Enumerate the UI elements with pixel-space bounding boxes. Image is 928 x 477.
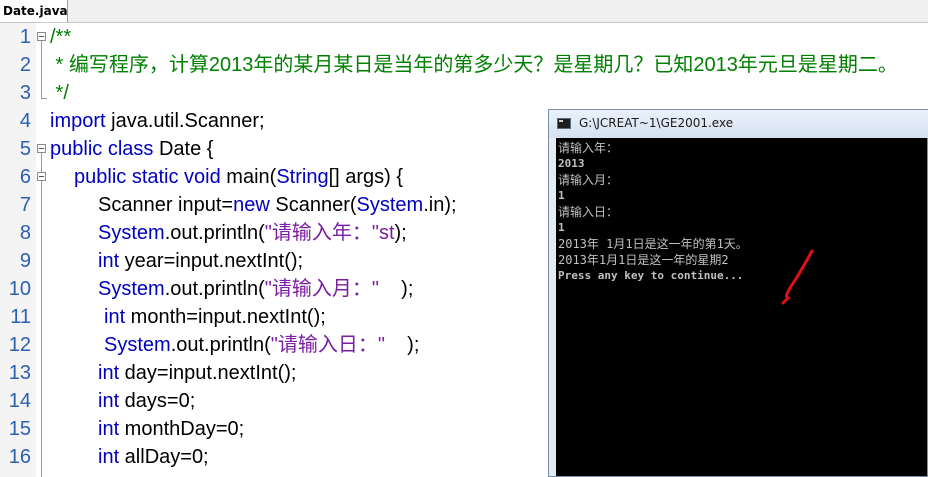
string-literal: "请输入日：": [270, 334, 385, 356]
code-text: .in);: [423, 194, 457, 216]
line-number: 12: [8, 334, 31, 356]
console-output[interactable]: 请输入年： 2013 请输入月： 1 请输入日： 1 2013年 1月1日是这一…: [556, 138, 927, 476]
console-line: Press any key to continue...: [558, 269, 744, 282]
tab-date-java[interactable]: Date.java: [0, 0, 68, 22]
console-line: 2013年1月1日是这一年的星期2: [558, 253, 729, 267]
code-text: [] args) {: [328, 166, 404, 188]
class-name: String: [276, 166, 329, 188]
console-app-icon: [557, 118, 571, 129]
console-title: G:\JCREAT~1\GE2001.exe: [579, 116, 734, 130]
keyword: import: [50, 110, 106, 132]
line-number: 16: [8, 446, 31, 468]
code-text: Scanner(: [269, 194, 357, 216]
keyword: int: [104, 306, 126, 328]
console-line: 请输入日：: [558, 205, 619, 219]
editor-tab-bar: Date.java: [0, 0, 928, 23]
class-name: System: [356, 194, 424, 216]
line-number: 3: [19, 82, 31, 104]
code-text: day=input.nextInt();: [119, 362, 297, 384]
code-text: java.util.Scanner;: [105, 110, 265, 132]
code-line[interactable]: 1 /**: [0, 23, 928, 51]
line-number: 8: [19, 222, 31, 244]
line-number: 2: [19, 54, 31, 76]
class-name: System: [104, 334, 171, 356]
line-number: 13: [8, 362, 31, 384]
keyword: public static void: [74, 166, 221, 188]
console-line: 1: [558, 221, 565, 234]
code-text: */: [50, 82, 69, 104]
console-title-bar[interactable]: G:\JCREAT~1\GE2001.exe: [549, 110, 928, 138]
console-window[interactable]: G:\JCREAT~1\GE2001.exe 请输入年： 2013 请输入月： …: [548, 109, 928, 477]
console-line: 请输入年：: [558, 141, 619, 155]
code-text: year=input.nextInt();: [119, 250, 304, 272]
keyword: int: [98, 446, 120, 468]
console-line: 2013: [558, 157, 585, 170]
code-text: monthDay=0;: [119, 418, 245, 440]
keyword: new: [233, 194, 270, 216]
code-text: .out.println(: [170, 334, 271, 356]
red-annotation-mark: [781, 249, 814, 305]
code-text: /**: [50, 26, 72, 48]
line-number: 7: [19, 194, 31, 216]
code-text: month=input.nextInt();: [125, 306, 326, 328]
console-line: 1: [558, 189, 565, 202]
code-text: );: [384, 334, 420, 356]
keyword: int: [98, 390, 120, 412]
keyword: int: [98, 362, 120, 384]
line-number: 9: [19, 250, 31, 272]
line-number: 15: [8, 418, 31, 440]
code-text: allDay=0;: [119, 446, 209, 468]
line-number: 4: [19, 110, 31, 132]
code-text: .out.println(: [164, 278, 265, 300]
code-text: );: [378, 278, 414, 300]
string-literal: "请输入月：": [264, 278, 379, 300]
keyword: int: [98, 418, 120, 440]
line-number: 11: [10, 306, 31, 328]
line-number: 6: [19, 166, 31, 188]
code-text: );: [394, 222, 407, 244]
line-number: 1: [19, 26, 31, 48]
line-number: 5: [19, 138, 31, 160]
keyword: public class: [50, 138, 154, 160]
code-text: * 编写程序，计算2013年的某月某日是当年的第多少天？是星期几？已知2013年…: [50, 54, 898, 76]
class-name: System: [98, 222, 165, 244]
code-text: days=0;: [119, 390, 196, 412]
line-number: 14: [8, 390, 31, 412]
code-text: Date {: [153, 138, 214, 160]
code-text: .out.println(: [164, 222, 265, 244]
code-text: Scanner input=: [98, 194, 234, 216]
line-number: 10: [8, 278, 31, 300]
console-line: 2013年 1月1日是这一年的第1天。: [558, 237, 748, 251]
code-line[interactable]: 3 */: [0, 79, 928, 107]
code-line[interactable]: 2 * 编写程序，计算2013年的某月某日是当年的第多少天？是星期几？已知201…: [0, 51, 928, 79]
console-line: 请输入月：: [558, 173, 619, 187]
keyword: int: [98, 250, 120, 272]
string-literal: "请输入年："st: [264, 222, 395, 244]
code-text: main(: [220, 166, 277, 188]
class-name: System: [98, 278, 165, 300]
